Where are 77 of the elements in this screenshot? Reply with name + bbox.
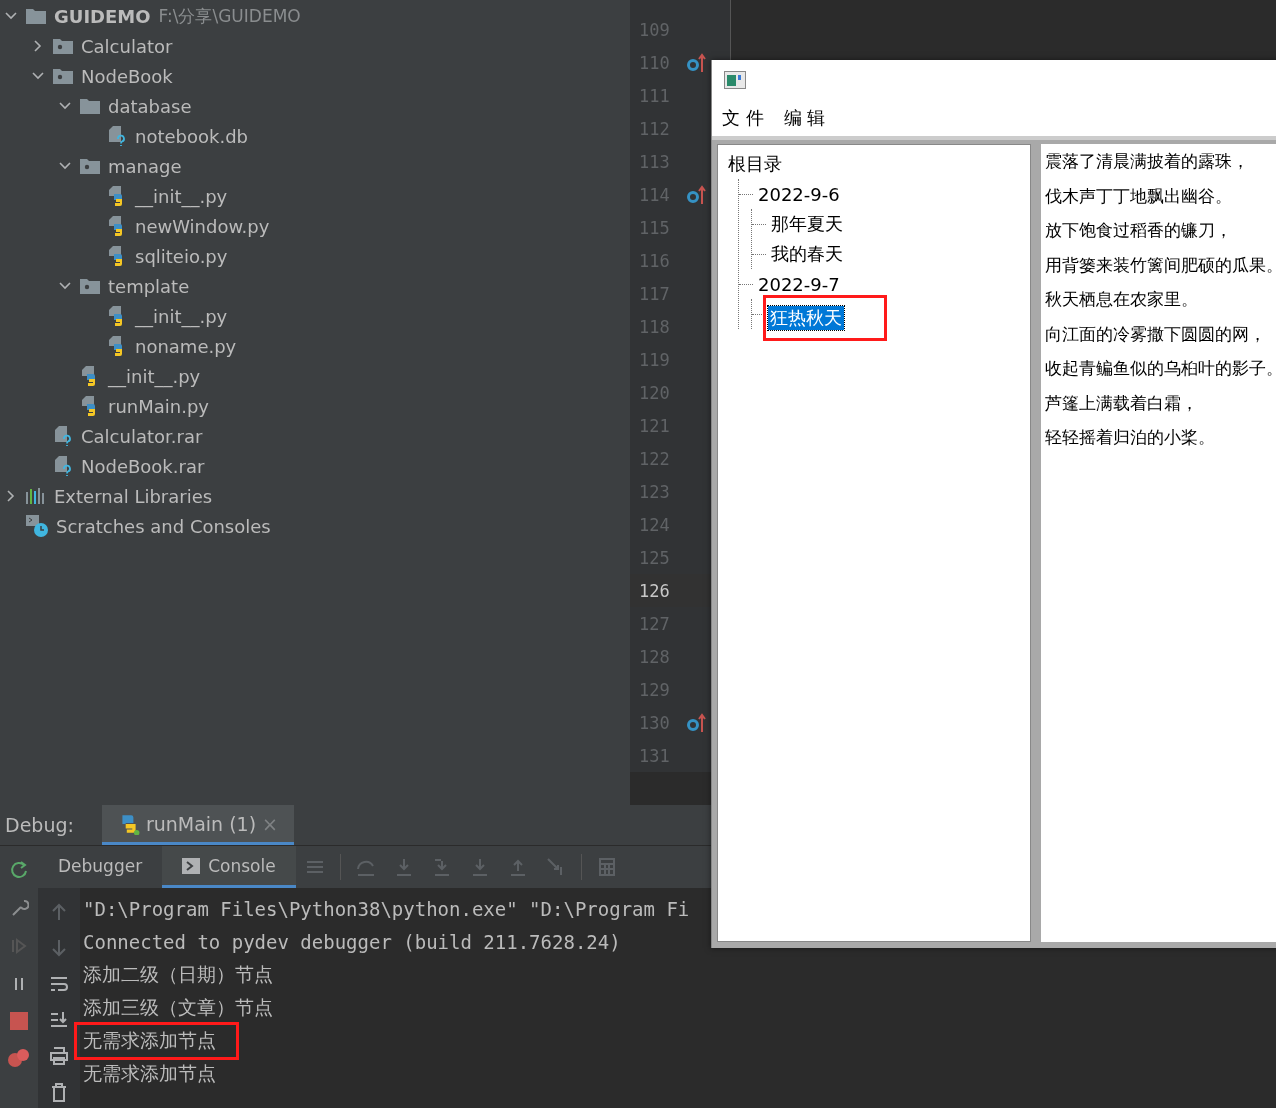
chevron-icon[interactable] [32,70,44,82]
tree-item[interactable]: Calculator.rar [81,425,203,447]
console-line: Connected to pydev debugger (build 211.7628.24) [83,930,621,953]
tree-item[interactable]: newWindow.py [135,215,270,237]
scratches-icon [26,515,48,537]
project-path: F:\分享\GUIDEMO [158,4,301,28]
text-line: 向江面的冷雾撒下圆圆的网， [1045,323,1266,344]
chevron-icon[interactable] [5,490,17,502]
unknown-file-icon [107,126,127,146]
unknown-file-icon [53,426,73,446]
tree-item[interactable]: __init__.py [135,305,228,327]
text-line: 用背篓来装竹篱间肥硕的瓜果。 [1045,254,1276,275]
tree-item[interactable]: notebook.db [135,125,248,147]
console-icon [182,857,201,874]
tree-item[interactable]: __init__.py [108,365,201,387]
console-line: 添加三级（文章）节点 [83,994,273,1020]
override-marker-icon[interactable] [687,712,707,733]
package-folder-icon [80,278,100,294]
folder-icon [26,8,46,24]
console-line: 无需求添加节点 [83,1027,216,1053]
tree-item[interactable]: GUIDEMO [54,5,151,27]
arrow-down-icon[interactable] [49,938,69,958]
window-icon [724,71,746,89]
tree-node[interactable]: 2022-9-7 [756,273,842,295]
tree-item[interactable]: External Libraries [54,485,213,507]
text-line: 震落了清晨满披着的露珠， [1045,151,1249,171]
tree-item[interactable]: manage [108,155,182,177]
text-line: 轻轻摇着归泊的小桨。 [1045,427,1215,447]
trash-icon[interactable] [49,1082,69,1102]
sub-tab[interactable]: Debugger [38,846,163,888]
line-number: 126 [639,580,671,601]
tree-node[interactable]: 2022-9-6 [756,183,842,205]
package-folder-icon [53,38,73,54]
text-line: 伐木声丁丁地飘出幽谷。 [1045,185,1232,206]
tree-item[interactable]: NodeBook.rar [81,455,205,477]
menu-item[interactable]: 编 辑 [783,104,826,132]
scroll-to-end-icon[interactable] [49,1010,69,1030]
text-line: 秋天栖息在农家里。 [1045,289,1198,309]
tree-node[interactable]: 根目录 [726,152,784,176]
tree-item[interactable]: sqliteio.py [135,245,228,267]
print-icon[interactable] [49,1046,69,1066]
debug-label: Debug: [5,814,74,836]
tree-node[interactable]: 狂热秋天 [768,306,844,330]
console-line: 添加二级（日期）节点 [83,961,273,987]
library-bars-icon [26,488,46,504]
text-line: 收起青鳊鱼似的乌桕叶的影子。 [1045,358,1276,378]
tree-node[interactable]: 我的春天 [769,242,845,266]
run-tab[interactable]: runMain (1) × [101,805,295,845]
tree-item[interactable]: template [108,275,190,297]
chevron-icon[interactable] [5,10,17,22]
breakpoints-icon[interactable] [8,1048,30,1068]
package-folder-icon [80,158,100,174]
chevron-icon[interactable] [59,280,71,292]
tree-item[interactable]: noname.py [135,335,237,357]
chevron-icon[interactable] [32,40,44,52]
tree-item[interactable]: NodeBook [81,65,173,87]
chevron-icon[interactable] [59,160,71,172]
tree-item[interactable]: database [108,95,192,117]
menu-item[interactable]: 文 件 [722,104,764,132]
tree-item[interactable]: Calculator [81,35,173,57]
override-marker-icon[interactable] [687,52,707,73]
tree-item[interactable]: Scratches and Consoles [56,515,271,537]
text-line: 芦篷上满载着白霜， [1045,392,1198,413]
override-marker-icon[interactable] [687,184,707,205]
rerun-icon[interactable] [9,860,29,880]
folder-icon [80,98,100,114]
unknown-file-icon [53,456,73,476]
package-folder-icon [53,68,73,84]
chevron-icon[interactable] [59,100,71,112]
sub-tab[interactable]: Console [162,846,296,888]
tree-node[interactable]: 那年夏天 [769,212,845,236]
text-line: 放下饱食过稻香的镰刀， [1045,220,1232,240]
soft-wrap-icon[interactable] [49,974,69,994]
console-line: "D:\Program Files\Python38\python.exe" "D:\Program Fi [83,897,690,920]
console-line: 无需求添加节点 [83,1060,216,1086]
tree-item[interactable]: __init__.py [135,185,228,207]
tree-item[interactable]: runMain.py [108,395,209,417]
